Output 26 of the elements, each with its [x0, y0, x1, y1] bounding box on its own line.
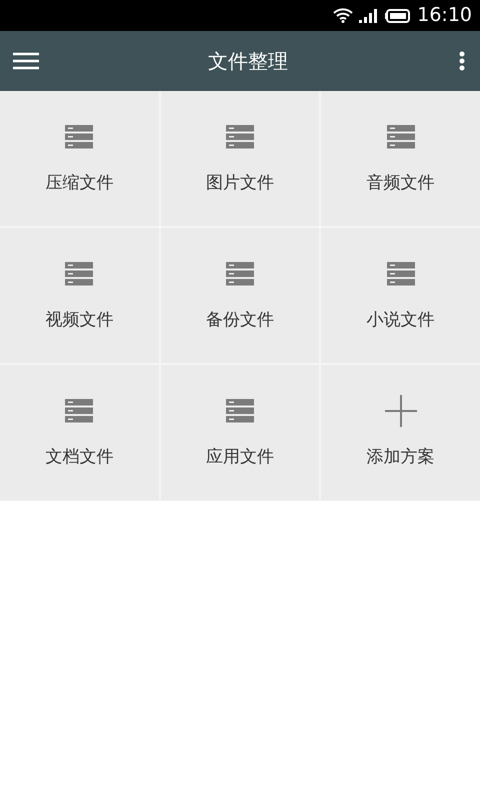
category-tile[interactable]: 压缩文件 [0, 91, 159, 226]
wifi-icon [333, 8, 354, 23]
plus-icon [384, 394, 417, 427]
category-tile[interactable]: 小说文件 [321, 228, 480, 363]
category-tile[interactable]: 音频文件 [321, 91, 480, 226]
stack-icon [65, 262, 94, 286]
more-icon [459, 51, 465, 71]
category-tile[interactable]: 添加方案 [321, 365, 480, 500]
stack-icon [226, 124, 254, 149]
category-tile[interactable]: 文档文件 [0, 365, 159, 500]
status-time: 16:10 [417, 6, 472, 25]
battery-icon [385, 8, 412, 22]
category-tile[interactable]: 图片文件 [160, 91, 320, 226]
stack-icon [65, 398, 94, 423]
app-title: 文件整理 [208, 48, 288, 75]
stack-icon [386, 262, 415, 286]
stack-icon [386, 124, 415, 149]
menu-button[interactable] [12, 51, 40, 71]
stack-icon [65, 124, 94, 149]
category-tile[interactable]: 视频文件 [0, 228, 159, 363]
menu-icon [13, 52, 39, 70]
stack-icon [226, 262, 254, 286]
stack-icon [226, 398, 254, 423]
signal-icon [359, 8, 380, 22]
category-tile[interactable]: 备份文件 [160, 228, 320, 363]
category-tile[interactable]: 应用文件 [160, 365, 320, 500]
